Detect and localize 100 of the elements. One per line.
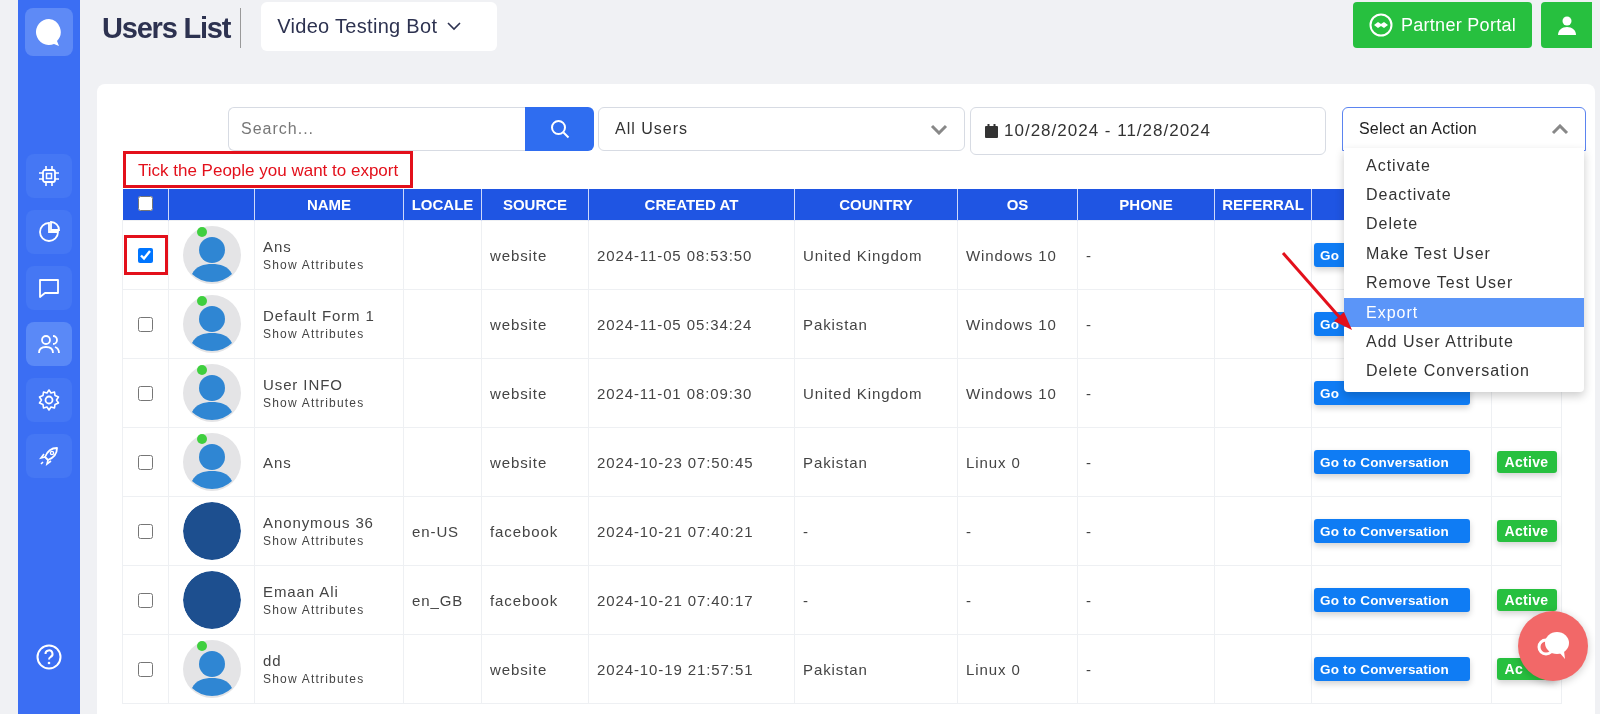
row-checkbox[interactable] [138, 523, 153, 539]
table-cell: 2024-10-21 07:40:17 [597, 591, 754, 609]
annotation-note: Tick the People you want to export [123, 151, 414, 188]
sidebar-item[interactable] [26, 210, 72, 254]
row-checkbox[interactable] [138, 592, 153, 608]
table-cell: Pakistan [803, 660, 868, 678]
help-icon[interactable] [36, 644, 62, 670]
bot-selector[interactable]: Video Testing Bot [261, 1, 498, 51]
table-cell: website [490, 453, 548, 471]
search-icon [549, 119, 570, 139]
column-header: OS [957, 189, 1078, 221]
table-cell: Linux 0 [966, 660, 1021, 678]
menu-option[interactable]: Delete Conversation [1344, 356, 1584, 387]
show-attributes-link[interactable]: Show Attributes [263, 396, 395, 410]
table-cell: 2024-11-05 08:53:50 [597, 246, 753, 264]
menu-option[interactable]: Deactivate [1344, 180, 1584, 210]
menu-option[interactable]: Activate [1344, 151, 1584, 181]
user-name[interactable]: Default Form 1 [263, 307, 395, 324]
sidebar-item[interactable] [26, 154, 72, 198]
table-cell: - [966, 522, 972, 540]
menu-option[interactable]: Make Test User [1344, 239, 1584, 269]
column-header: COUNTRY [794, 189, 958, 221]
table-cell: United Kingdom [803, 246, 923, 264]
table-cell: en_GB [412, 591, 464, 609]
go-to-conversation-button[interactable]: Go to Conversation [1314, 657, 1470, 681]
table-cell: United Kingdom [803, 384, 923, 402]
row-checkbox[interactable] [138, 661, 153, 677]
date-range-field[interactable]: 10/28/2024 - 11/28/2024 [970, 107, 1326, 155]
search-field[interactable]: Search... [228, 107, 525, 151]
user-name[interactable]: Anonymous 36 [263, 514, 395, 531]
table-cell: - [1086, 315, 1092, 333]
select-all-checkbox[interactable] [137, 195, 153, 211]
table-cell: 2024-11-05 05:34:24 [597, 315, 753, 333]
table-cell: Pakistan [803, 315, 868, 333]
logo-icon[interactable] [25, 8, 73, 56]
chevron-up-icon [1551, 123, 1569, 135]
sidebar-item[interactable] [26, 434, 72, 478]
sidebar-item[interactable] [26, 266, 72, 310]
table-cell: - [1086, 522, 1092, 540]
table-cell: - [1086, 384, 1092, 402]
user-button[interactable] [1541, 2, 1592, 48]
table-cell: - [803, 522, 809, 540]
users-icon [37, 332, 61, 356]
table-cell: en-US [412, 522, 460, 540]
row-checkbox[interactable] [138, 316, 153, 332]
user-name[interactable]: Emaan Ali [263, 583, 395, 600]
status-badge: Active [1496, 520, 1557, 542]
menu-option[interactable]: Remove Test User [1344, 268, 1584, 298]
go-to-conversation-button[interactable]: Go to Conversation [1314, 588, 1470, 612]
show-attributes-link[interactable]: Show Attributes [263, 327, 395, 341]
page-title: Users List [102, 11, 231, 45]
table-cell: - [1086, 246, 1092, 264]
column-header: REFERRAL [1214, 189, 1312, 221]
table-cell: 2024-10-19 21:57:51 [597, 660, 754, 678]
column-header: CREATED AT [588, 189, 795, 221]
column-header: NAME [254, 189, 404, 221]
table-cell: - [966, 591, 972, 609]
table-cell: - [1086, 453, 1092, 471]
go-to-conversation-button[interactable]: Go to Conversation [1314, 450, 1470, 474]
go-to-conversation-button[interactable]: Go to Conversation [1314, 519, 1470, 543]
menu-option[interactable]: Delete [1344, 209, 1584, 240]
table-cell: facebook [490, 522, 559, 540]
table-cell: Windows 10 [966, 315, 1057, 333]
user-icon [1556, 15, 1577, 35]
table-cell: Pakistan [803, 453, 868, 471]
show-attributes-link[interactable]: Show Attributes [263, 603, 395, 617]
row-checkbox[interactable] [138, 247, 153, 263]
column-header: LOCALE [403, 189, 482, 221]
table-cell: facebook [490, 591, 559, 609]
sidebar-item[interactable] [26, 378, 72, 422]
table-cell: - [1086, 591, 1092, 609]
user-name[interactable]: User INFO [263, 376, 395, 393]
table-cell: website [490, 246, 548, 264]
user-filter-select[interactable]: All Users [598, 107, 965, 151]
search-button[interactable] [525, 107, 594, 151]
table-cell: 2024-10-23 07:50:45 [597, 453, 754, 471]
chevron-down-icon [447, 21, 462, 31]
calendar-icon [985, 124, 998, 138]
pie-chart-icon [37, 220, 61, 244]
show-attributes-link[interactable]: Show Attributes [263, 258, 395, 272]
table-cell: 2024-10-21 07:40:21 [597, 522, 754, 540]
sidebar-item[interactable] [26, 322, 72, 366]
action-select[interactable]: Select an Action [1342, 107, 1586, 151]
chip-icon [37, 164, 61, 188]
row-checkbox[interactable] [138, 454, 153, 470]
chevron-down-icon [930, 123, 948, 135]
menu-option[interactable]: Add User Attribute [1344, 327, 1584, 357]
table-cell: Windows 10 [966, 246, 1057, 264]
show-attributes-link[interactable]: Show Attributes [263, 534, 395, 548]
user-name[interactable]: dd [263, 652, 395, 669]
settings-icon [37, 388, 61, 412]
table-cell: website [490, 315, 548, 333]
user-name[interactable]: Ans [263, 238, 395, 255]
table-cell: website [490, 660, 548, 678]
table-cell: Windows 10 [966, 384, 1057, 402]
handshake-icon [1368, 13, 1393, 37]
table-cell: Linux 0 [966, 453, 1021, 471]
table-cell: - [1086, 660, 1092, 678]
row-checkbox[interactable] [138, 385, 153, 401]
show-attributes-link[interactable]: Show Attributes [263, 672, 395, 686]
